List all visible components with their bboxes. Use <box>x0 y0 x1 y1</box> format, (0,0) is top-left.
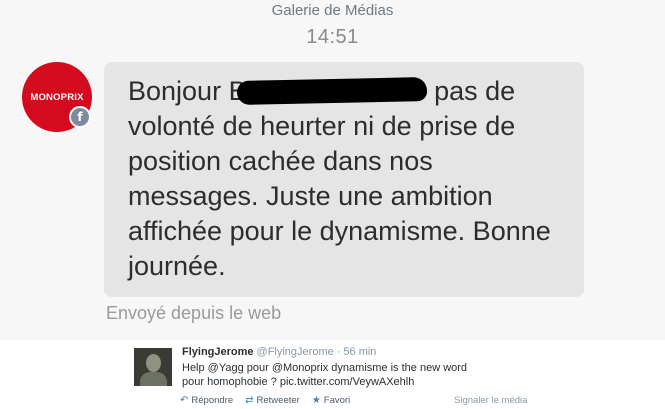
message-text: Bonjour B pas de volonté de heurter ni d… <box>128 74 568 284</box>
tweet-time[interactable]: 56 min <box>343 346 376 358</box>
sent-via-label: Envoyé depuis le web <box>106 303 282 323</box>
avatar-torso <box>140 372 167 386</box>
message-timestamp: 14:51 <box>306 26 359 48</box>
reply-label: Répondre <box>191 395 234 406</box>
facebook-icon: f <box>69 106 91 128</box>
star-icon: ★ <box>311 395 321 406</box>
tweet-actions: ↶ Répondre ⇄ Retweeter ★ Favori <box>180 395 350 406</box>
tweet-header: FlyingJerome @FlyingJerome · 56 min <box>182 346 376 358</box>
favorite-label: Favori <box>323 395 351 406</box>
tweet-author-handle[interactable]: @FlyingJerome <box>257 346 334 358</box>
message-viewer: Galerie de Médias 14:51 MONOPRIX f Bonjo… <box>0 0 665 340</box>
retweet-icon: ⇄ <box>245 395 254 406</box>
message-body: pas de volonté de heurter ni de prise de… <box>128 76 551 281</box>
retweet-button[interactable]: ⇄ Retweeter <box>245 395 300 406</box>
retweet-label: Retweeter <box>256 395 300 406</box>
favorite-button[interactable]: ★ Favori <box>312 395 350 406</box>
media-gallery-link[interactable]: Galerie de Médias <box>0 2 665 19</box>
reply-arrow-icon: ↶ <box>180 395 189 406</box>
redaction-mark <box>236 77 427 105</box>
message-greeting: Bonjour B <box>128 76 247 106</box>
report-media-link[interactable]: Signaler le média <box>454 395 527 406</box>
avatar-logo-text: MONOPRIX <box>30 91 84 103</box>
tweet-author-avatar[interactable] <box>134 348 172 386</box>
tweet-author-name[interactable]: FlyingJerome <box>182 346 254 358</box>
avatar-head <box>146 354 161 372</box>
tweet-text: Help @Yagg pour @Monoprix dynamisme is t… <box>182 362 468 388</box>
reply-button[interactable]: ↶ Répondre <box>180 395 233 406</box>
tweet-separator: · <box>336 346 341 358</box>
